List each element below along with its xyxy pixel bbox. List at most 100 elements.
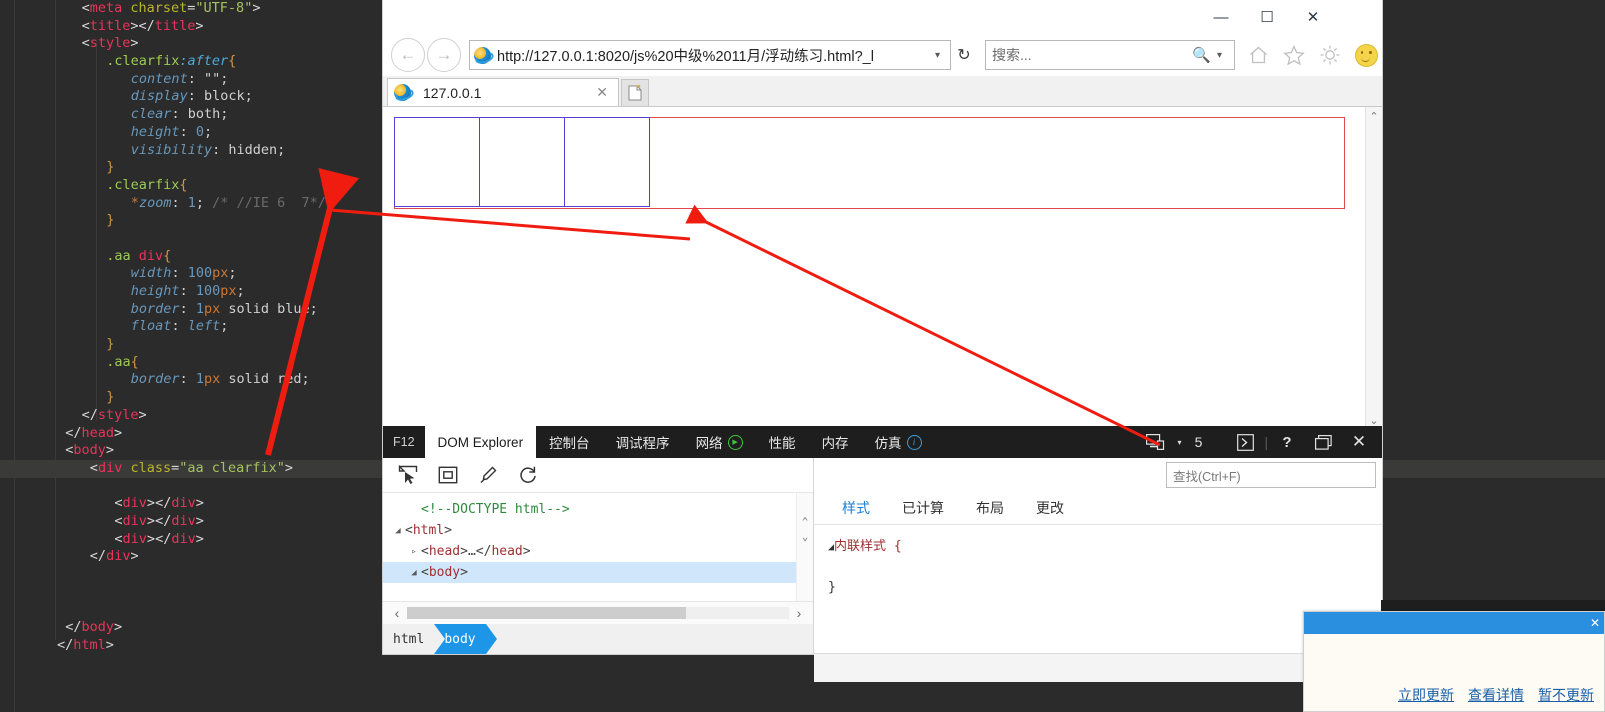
dom-tree-node[interactable]: <!--DOCTYPE html--> (383, 499, 813, 520)
browser-tab[interactable]: 127.0.0.1 ✕ (387, 78, 619, 106)
find-placeholder: 查找(Ctrl+F) (1173, 469, 1241, 484)
hscroll-right-icon[interactable]: › (789, 605, 809, 621)
new-tab-icon[interactable] (621, 79, 649, 106)
minimize-button[interactable]: — (1198, 0, 1244, 34)
maximize-button[interactable]: ☐ (1244, 0, 1290, 34)
devtools-tabbar: F12 DOM Explorer 控制台 调试程序 网络 ▶ 性能 内存 仿真 i ▾ 5 | … (383, 426, 1382, 458)
notification-links: 立即更新 查看详情 暂不更新 (1304, 685, 1604, 705)
forward-icon[interactable]: → (427, 38, 461, 72)
find-row: 查找(Ctrl+F) (814, 458, 1382, 492)
close-button[interactable]: ✕ (1290, 0, 1336, 34)
find-input[interactable]: 查找(Ctrl+F) (1166, 462, 1376, 488)
scroll-up-icon[interactable]: ⌃ (1369, 110, 1378, 123)
search-box[interactable]: 搜索... 🔍 ▾ (985, 40, 1235, 70)
devtools-tab-label: 性能 (768, 436, 796, 451)
devtools-tab-dom-explorer[interactable]: DOM Explorer (424, 426, 537, 458)
breadcrumb-item-html[interactable]: html (383, 624, 434, 654)
devtools-tab-label: 网络 (695, 436, 723, 451)
devtools-tab-控制台[interactable]: 控制台 (536, 426, 603, 458)
device-caret-icon[interactable]: ▾ (1174, 426, 1184, 458)
notification-close-icon[interactable]: ✕ (1590, 616, 1600, 630)
devtools-tab-仿真[interactable]: 仿真 i (862, 426, 935, 458)
dom-toolbar (383, 458, 813, 493)
search-icon[interactable]: 🔍 (1192, 46, 1211, 64)
styles-pane: 查找(Ctrl+F) 样式已计算布局更改 ◢内联样式 { } 🔍 95% ▾ (814, 458, 1382, 682)
page-scrollbar[interactable]: ⌃ ⌄ (1365, 107, 1382, 430)
tree-twisty-icon[interactable]: ▹ (407, 547, 421, 557)
address-dropdown-icon[interactable]: ▾ (929, 50, 946, 61)
breadcrumb-item-body[interactable]: body (434, 624, 498, 654)
dom-tree-scrollbar[interactable]: ⌃ ⌄ (796, 493, 813, 601)
styles-tabbar: 样式 已计算 布局 更改 (814, 492, 1382, 525)
favorites-star-icon[interactable] (1281, 42, 1307, 68)
notification-link[interactable]: 暂不更新 (1538, 685, 1594, 705)
dom-tree-hscrollbar[interactable]: ‹ › (383, 601, 813, 624)
dock-window-icon[interactable] (1306, 426, 1340, 458)
style-tab[interactable]: 已计算 (886, 492, 960, 524)
devtools-statusbar: 🔍 95% ▾ (814, 653, 1382, 682)
network-play-icon: ▶ (727, 434, 743, 450)
dom-scroll-up-icon[interactable]: ⌃ (802, 515, 809, 528)
dom-breadcrumb: html body (383, 624, 813, 654)
page-viewport: ⌃ ⌄ (383, 107, 1382, 430)
hscroll-left-icon[interactable]: ‹ (387, 605, 407, 621)
notification-link[interactable]: 查看详情 (1468, 685, 1524, 705)
style-tab[interactable]: 布局 (960, 492, 1020, 524)
devtools-tab-label: 调试程序 (615, 436, 670, 451)
hscroll-thumb[interactable] (407, 607, 686, 619)
notification-link[interactable]: 立即更新 (1398, 685, 1454, 705)
rule-name: 内联样式 { (834, 539, 902, 554)
search-placeholder: 搜索... (992, 47, 1032, 63)
dom-tree-node[interactable]: ▹ < head >…</head > (383, 541, 813, 562)
url-text: http://127.0.0.1:8020/js%20中级%2011月/浮动练习… (497, 48, 874, 65)
devtools-tab-label: 内存 (821, 436, 849, 451)
devtools-tab-网络[interactable]: 网络 ▶ (683, 426, 756, 458)
select-element-icon[interactable] (397, 464, 419, 486)
devtools-tab-内存[interactable]: 内存 (809, 426, 862, 458)
dom-tree[interactable]: <!--DOCTYPE html--> ◢ < html > ▹ < head >…</head… (383, 493, 813, 601)
navigation-bar: ← → http://127.0.0.1:8020/js%20中级%2011月/… (383, 34, 1382, 76)
color-picker-icon[interactable] (477, 464, 499, 486)
devtools-panel: F12 DOM Explorer 控制台 调试程序 网络 ▶ 性能 内存 仿真 i ▾ 5 | … (383, 426, 1382, 682)
refresh-button[interactable]: ↻ (951, 41, 977, 69)
notification-shadow-strip (1381, 600, 1605, 611)
console-toggle-icon[interactable] (1228, 426, 1262, 458)
devtools-tab-调试程序[interactable]: 调试程序 (603, 426, 683, 458)
style-tab[interactable]: 样式 (826, 492, 886, 524)
help-icon[interactable]: ? (1270, 426, 1304, 458)
smiley-feedback-icon[interactable] (1353, 42, 1379, 68)
devtools-tab-label: 仿真 (874, 436, 902, 451)
notification-header: ✕ (1304, 612, 1604, 634)
highlight-element-icon[interactable] (437, 464, 459, 486)
tab-close-icon[interactable]: ✕ (592, 84, 612, 101)
dom-explorer-pane: <!--DOCTYPE html--> ◢ < html > ▹ < head >…</head… (383, 458, 814, 654)
styles-content: ◢内联样式 { } (814, 525, 1382, 654)
dom-tree-node[interactable]: ◢ < body > (383, 562, 813, 583)
tree-twisty-icon[interactable]: ◢ (407, 568, 421, 578)
dom-scroll-down-icon[interactable]: ⌄ (802, 530, 809, 543)
devtools-tab-label: 控制台 (549, 436, 590, 451)
float-div-box (479, 117, 565, 207)
device-count-label: 5 (1194, 434, 1203, 450)
tree-twisty-icon[interactable]: ◢ (391, 526, 405, 536)
f12-label: F12 (393, 435, 415, 449)
tab-title: 127.0.0.1 (423, 84, 482, 101)
style-tab[interactable]: 更改 (1020, 492, 1080, 524)
dom-tree-node[interactable]: ◢ < html > (383, 520, 813, 541)
ie-logo-icon (474, 46, 491, 64)
search-dropdown-icon[interactable]: ▾ (1211, 50, 1228, 61)
devtools-tab-性能[interactable]: 性能 (756, 426, 809, 458)
refresh-dom-icon[interactable] (517, 464, 539, 486)
back-icon[interactable]: ← (391, 38, 425, 72)
browser-toolbar-icons (1245, 42, 1379, 68)
home-icon[interactable] (1245, 42, 1271, 68)
dom-tree-rows: <!--DOCTYPE html--> ◢ < html > ▹ < head >…</head… (383, 499, 813, 583)
inline-style-rule[interactable]: ◢内联样式 { (828, 535, 1368, 554)
devtools-tab-label: DOM Explorer (437, 434, 524, 450)
devtools-close-icon[interactable]: ✕ (1342, 426, 1376, 458)
float-div-box (564, 117, 650, 207)
address-bar[interactable]: http://127.0.0.1:8020/js%20中级%2011月/浮动练习… (469, 40, 951, 70)
device-emulation-icon[interactable] (1138, 426, 1172, 458)
hscroll-track[interactable] (407, 607, 789, 619)
settings-gear-icon[interactable] (1317, 42, 1343, 68)
